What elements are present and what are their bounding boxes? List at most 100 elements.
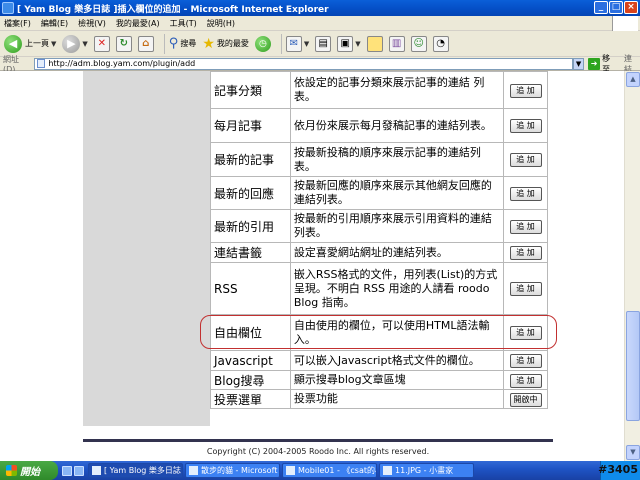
url-input[interactable]	[48, 58, 549, 69]
mail-button[interactable]: ✉ ▼	[285, 35, 309, 52]
print-icon: ▤	[315, 35, 332, 52]
table-row: RSS 嵌入RSS格式的文件，用列表(List)的方式呈現。不明白 RSS 用途…	[210, 262, 548, 315]
chevron-down-icon: ▼	[51, 39, 57, 48]
discuss-button[interactable]	[366, 35, 383, 52]
menu-file[interactable]: 檔案(F)	[4, 18, 31, 29]
table-row: 投票選單 投票功能 開啟中	[210, 389, 548, 409]
add-button[interactable]: 追 加	[509, 354, 542, 368]
plugin-name: 最新的回應	[210, 176, 291, 210]
toolbar-separator	[280, 33, 282, 54]
window-title: [ Yam Blog 樂多日誌 ]插入欄位的追加 - Microsoft Int…	[17, 4, 329, 15]
menu-tools[interactable]: 工具(T)	[170, 18, 197, 29]
chat-bubble-icon: ◔	[432, 35, 449, 52]
table-row: 最新的記事 按最新投稿的順序來展示記事的連結列表。 追 加	[210, 142, 548, 177]
address-field	[34, 57, 574, 70]
forward-button[interactable]: ▶ ▼	[62, 34, 88, 53]
add-button[interactable]: 追 加	[509, 153, 542, 167]
taskbar-item[interactable]: Mobile01 - 《csat的小...	[282, 463, 377, 478]
research-button[interactable]: ▥	[388, 35, 405, 52]
plugin-description: 按最新的引用順序來展示引用資料的連結列表。	[289, 209, 505, 243]
scroll-up-button[interactable]: ▲	[626, 72, 640, 87]
plugin-description: 自由使用的欄位，可以使用HTML語法輸入。	[289, 314, 505, 351]
start-button[interactable]: 開始	[0, 461, 58, 480]
copyright-text: Copyright (C) 2004-2005 Roodo Inc. All r…	[206, 447, 430, 456]
enabled-button[interactable]: 開啟中	[509, 392, 542, 407]
quick-launch-icon[interactable]	[74, 465, 84, 476]
maximize-button[interactable]: □	[609, 1, 623, 14]
close-button[interactable]: ×	[624, 1, 638, 14]
add-button[interactable]: 追 加	[509, 246, 542, 260]
table-row: Blog搜尋 顯示搜尋blog文章區塊 追 加	[210, 370, 548, 390]
add-button[interactable]: 追 加	[509, 119, 542, 133]
forward-arrow-icon: ▶	[62, 34, 81, 53]
print-button[interactable]: ▤	[315, 35, 332, 52]
minimize-button[interactable]: _	[594, 1, 608, 14]
search-button[interactable]: ⚲ 搜尋	[169, 36, 197, 51]
favorites-label: 我的最愛	[216, 39, 249, 48]
taskbar-item[interactable]: 11.JPG - 小畫家	[379, 463, 474, 478]
back-button[interactable]: ◀ 上一頁 ▼	[4, 34, 57, 53]
note-icon	[366, 35, 383, 52]
taskbar-item[interactable]: 散步的貓 - Microsoft ...	[185, 463, 280, 478]
menu-favorites[interactable]: 我的最愛(A)	[116, 18, 160, 29]
plugin-description: 按最新回應的順序來展示其他網友回應的連結列表。	[289, 176, 505, 210]
taskbar-item-label: [ Yam Blog 樂多日誌 ...	[104, 466, 183, 475]
history-button[interactable]: ◷	[254, 35, 271, 52]
plugin-name: 每月記事	[210, 108, 291, 143]
go-arrow-icon: ➜	[588, 57, 601, 70]
ie-icon	[286, 466, 295, 475]
scroll-thumb[interactable]	[626, 311, 640, 421]
taskbar-item-label: 散步的貓 - Microsoft ...	[201, 466, 280, 475]
stop-icon: ✕	[93, 35, 110, 52]
edit-icon: ▣	[337, 35, 354, 52]
paint-icon	[383, 466, 392, 475]
taskbar-item[interactable]: [ Yam Blog 樂多日誌 ...	[88, 463, 183, 478]
history-icon: ◷	[254, 35, 271, 52]
favorites-button[interactable]: ★ 我的最愛	[202, 36, 249, 52]
table-row: 最新的引用 按最新的引用順序來展示引用資料的連結列表。 追 加	[210, 209, 548, 243]
taskbar-item-label: 11.JPG - 小畫家	[395, 466, 454, 475]
taskbar-item-label: Mobile01 - 《csat的小...	[298, 466, 376, 475]
windows-logo	[612, 16, 638, 31]
research-icon: ▥	[388, 35, 405, 52]
messenger-button[interactable]: ☺	[410, 35, 427, 52]
add-button[interactable]: 追 加	[509, 326, 542, 340]
add-button[interactable]: 追 加	[509, 219, 542, 234]
search-icon: ⚲	[168, 36, 179, 51]
home-icon: ⌂	[137, 35, 154, 52]
plugin-description: 投票功能	[289, 389, 505, 409]
add-button[interactable]: 追 加	[509, 186, 542, 201]
menu-help[interactable]: 說明(H)	[207, 18, 235, 29]
address-bar: 網址(D) ▼ ➜ 移至 連結	[0, 54, 640, 74]
menu-view[interactable]: 檢視(V)	[78, 18, 106, 29]
vertical-scrollbar[interactable]: ▲ ▼	[624, 71, 640, 461]
stop-button[interactable]: ✕	[93, 35, 110, 52]
toolbar: ◀ 上一頁 ▼ ▶ ▼ ✕ ↻ ⌂ ⚲ 搜尋 ★ 我的最愛 ◷ ✉ ▼ ▤ ▣ …	[0, 31, 640, 57]
windows-flag-icon	[6, 465, 17, 476]
scroll-down-button[interactable]: ▼	[626, 445, 640, 460]
menu-edit[interactable]: 編輯(E)	[41, 18, 68, 29]
toolbar-separator	[163, 33, 165, 54]
menu-bar: 檔案(F) 編輯(E) 檢視(V) 我的最愛(A) 工具(T) 說明(H)	[0, 16, 640, 31]
plugin-description: 依設定的記事分類來展示記事的連結 列表。	[289, 71, 505, 109]
home-button[interactable]: ⌂	[137, 35, 154, 52]
add-button[interactable]: 追 加	[509, 83, 542, 98]
table-row: 自由欄位 自由使用的欄位，可以使用HTML語法輸入。 追 加	[210, 314, 548, 351]
ie-icon	[189, 466, 198, 475]
add-button[interactable]: 追 加	[509, 282, 542, 296]
back-label: 上一頁	[25, 39, 49, 48]
quick-launch-icon[interactable]	[62, 465, 72, 476]
window-controls: _ □ ×	[594, 1, 638, 14]
address-dropdown-button[interactable]: ▼	[573, 57, 585, 70]
chat-button[interactable]: ◔	[432, 35, 449, 52]
star-icon: ★	[202, 35, 215, 52]
ie-icon	[2, 2, 14, 14]
refresh-button[interactable]: ↻	[115, 35, 132, 52]
edit-button[interactable]: ▣ ▼	[337, 35, 361, 52]
table-row: Javascript 可以嵌入Javascript格式文件的欄位。 追 加	[210, 350, 548, 371]
add-button[interactable]: 追 加	[509, 373, 542, 388]
plugin-name: Blog搜尋	[210, 370, 291, 390]
plugin-description: 按最新投稿的順序來展示記事的連結列表。	[289, 142, 505, 177]
search-label: 搜尋	[180, 39, 197, 48]
plugin-name: 記事分類	[210, 71, 291, 109]
